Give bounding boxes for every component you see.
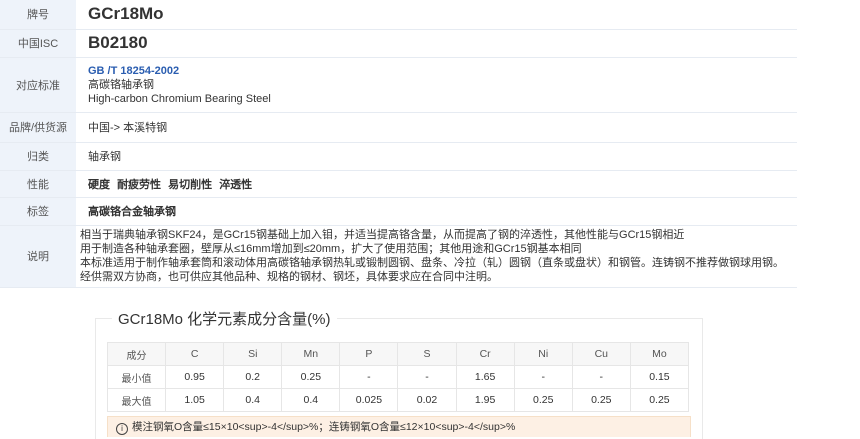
table-cell: 0.95 [165, 365, 225, 389]
description-line: 相当于瑞典轴承钢SKF24，是GCr15钢基础上加入钼，并适当提高铬含量，从而提… [80, 229, 685, 241]
standard-label: 对应标准 [0, 57, 76, 113]
element-header: S [397, 342, 457, 366]
table-cell: - [339, 365, 399, 389]
tag-item: 高碳铬合金轴承钢 [88, 206, 176, 218]
table-cell: 0.4 [223, 388, 283, 412]
composition-note: i 模注钢氧O含量≤15×10<sup>-4</sup>%；连铸钢氧O含量≤12×… [107, 416, 691, 437]
element-header: Cu [571, 342, 631, 366]
brand-value: 中国-> 本溪特钢 [76, 112, 797, 143]
description-line: 经供需双方协商，也可供应其他品种、规格的钢材、钢坯，具体要求应在合同中注明。 [80, 271, 498, 283]
composition-header-label: 成分 [106, 342, 167, 366]
row-grade: 牌号 GCr18Mo [0, 0, 797, 30]
description-line: 本标准适用于制作轴承套筒和滚动体用高碳铬轴承钢热轧或锻制圆钢、盘条、冷拉（轧）圆… [80, 257, 784, 269]
table-cell: - [397, 365, 457, 389]
table-cell: - [571, 365, 631, 389]
description-label: 说明 [0, 225, 76, 288]
composition-header-row: 成分 C Si Mn P S Cr Ni Cu Mo [106, 342, 690, 366]
element-header: Mo [629, 342, 690, 366]
tags-label: 标签 [0, 197, 76, 226]
table-cell: 1.65 [455, 365, 515, 389]
category-value: 轴承钢 [76, 142, 797, 171]
table-cell: 0.02 [397, 388, 457, 412]
brand-label: 品牌/供货源 [0, 112, 76, 143]
composition-row-min: 最小值 0.95 0.2 0.25 - - 1.65 - - 0.15 [106, 365, 690, 389]
row-isc: 中国ISC B02180 [0, 29, 797, 58]
row-standard: 对应标准 GB /T 18254-2002 高碳铬轴承钢 High-carbon… [0, 57, 797, 113]
row-label: 最小值 [106, 365, 167, 389]
standard-name-en: High-carbon Chromium Bearing Steel [88, 92, 271, 105]
row-tags: 标签 高碳铬合金轴承钢 [0, 197, 797, 226]
note-text: 模注钢氧O含量≤15×10<sup>-4</sup>%；连铸钢氧O含量≤12×1… [132, 421, 516, 433]
table-cell: 1.95 [455, 388, 515, 412]
element-header: P [339, 342, 399, 366]
table-cell: 0.2 [223, 365, 283, 389]
property-tag: 易切削性 [168, 178, 213, 191]
element-header: Ni [513, 342, 573, 366]
standard-value: GB /T 18254-2002 高碳铬轴承钢 High-carbon Chro… [76, 57, 797, 113]
property-tag: 淬透性 [219, 178, 253, 191]
composition-title: GCr18Mo 化学元素成分含量(%) [112, 308, 337, 329]
table-cell: 0.25 [513, 388, 573, 412]
description-line: 用于制造各种轴承套圈，壁厚从≤16mm增加到≤20mm，扩大了使用范围；其他用途… [80, 243, 582, 255]
info-icon: i [116, 423, 128, 435]
table-cell: 0.4 [281, 388, 341, 412]
table-cell: 0.25 [571, 388, 631, 412]
element-header: Mn [281, 342, 341, 366]
table-cell: 0.025 [339, 388, 399, 412]
table-cell: 0.25 [629, 388, 690, 412]
property-tag: 硬度 [88, 178, 110, 191]
row-properties: 性能 硬度 耐疲劳性 易切削性 淬透性 [0, 170, 797, 198]
composition-row-max: 最大值 1.05 0.4 0.4 0.025 0.02 1.95 0.25 0.… [106, 388, 690, 412]
property-tag: 耐疲劳性 [117, 178, 162, 191]
isc-value: B02180 [76, 29, 797, 58]
properties-value: 硬度 耐疲劳性 易切削性 淬透性 [76, 170, 797, 198]
table-cell: 0.15 [629, 365, 690, 389]
tags-value: 高碳铬合金轴承钢 [76, 197, 797, 226]
row-category: 归类 轴承钢 [0, 142, 797, 171]
description-value: 相当于瑞典轴承钢SKF24，是GCr15钢基础上加入钼，并适当提高铬含量，从而提… [76, 225, 797, 288]
row-brand: 品牌/供货源 中国-> 本溪特钢 [0, 112, 797, 143]
element-header: Cr [455, 342, 515, 366]
row-label: 最大值 [106, 388, 167, 412]
info-table: 牌号 GCr18Mo 中国ISC B02180 对应标准 GB /T 18254… [0, 0, 797, 288]
table-cell: 0.25 [281, 365, 341, 389]
isc-label: 中国ISC [0, 29, 76, 58]
table-cell: - [513, 365, 573, 389]
composition-table: 成分 C Si Mn P S Cr Ni Cu Mo 最小值 0.95 0.2 … [106, 342, 690, 412]
grade-value: GCr18Mo [76, 0, 797, 30]
grade-label: 牌号 [0, 0, 76, 30]
category-label: 归类 [0, 142, 76, 171]
row-description: 说明 相当于瑞典轴承钢SKF24，是GCr15钢基础上加入钼，并适当提高铬含量，… [0, 225, 797, 288]
standard-name-cn: 高碳铬轴承钢 [88, 78, 154, 91]
table-cell: 1.05 [165, 388, 225, 412]
element-header: C [165, 342, 225, 366]
properties-label: 性能 [0, 170, 76, 198]
element-header: Si [223, 342, 283, 366]
standard-code-link[interactable]: GB /T 18254-2002 [88, 65, 179, 77]
